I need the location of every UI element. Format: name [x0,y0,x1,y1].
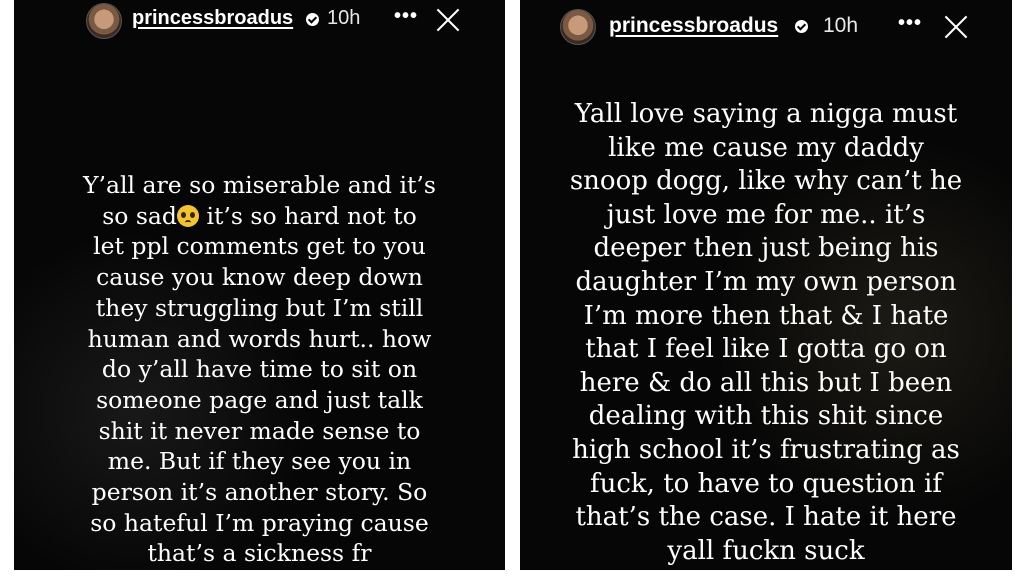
text-line: dealing with this shit since [588,401,944,432]
text-line: Y’all are so miserable and it’s [83,171,436,199]
close-icon[interactable] [435,7,461,33]
text-line: fuck, to have to question if [589,468,942,499]
text-line: so hateful I’m praying cause [90,508,429,537]
text-line: daughter I’m my own person [575,266,957,297]
story-header: princessbroadus 10h ••• [520,0,1012,45]
text-line: snoop dogg, like why can’t he [569,166,963,197]
more-options-icon[interactable]: ••• [394,5,418,28]
text-line: that’s the case. I hate it here [575,502,957,533]
text-line: let ppl comments get to you [93,232,426,261]
text-line: deeper then just being his [593,233,939,264]
text-line: they struggling but I’m still [95,293,424,322]
username[interactable]: princessbroadus [132,7,293,30]
verified-badge-icon [306,13,319,26]
text-line: someone page and just talk [96,385,423,414]
verified-badge-icon [795,20,808,33]
text-line: it’s so hard not to [206,201,417,230]
text-line: yall fuckn suck [667,535,865,566]
post-time: 10h [823,14,859,37]
text-line: cause you know deep down [96,263,423,292]
story-panel-left[interactable]: princessbroadus 10h ••• Y’all are so mis… [14,0,505,570]
text-line: that’s a sickness fr [147,539,372,568]
avatar[interactable] [86,3,122,39]
story-text: Y’all are so miserable and it’s so sad i… [14,170,505,569]
post-time: 10h [327,7,361,29]
avatar[interactable] [560,9,596,45]
story-header: princessbroadus 10h ••• [14,0,505,44]
text-line: human and words hurt.. how [87,324,432,353]
text-line: I’m more then that & I hate [583,300,949,331]
story-text: Yall love saying a nigga must like me ca… [520,98,1012,568]
story-panel-right[interactable]: princessbroadus 10h ••• Yall love saying… [520,0,1012,570]
text-line: just love me for me.. it’s [606,199,926,230]
more-options-icon[interactable]: ••• [898,12,922,35]
text-line: here & do all this but I been [579,367,953,398]
text-line: me. But if they see you in [107,447,412,476]
text-line: high school it’s frustrating as [572,434,960,465]
pleading-face-emoji [176,204,199,227]
close-icon[interactable] [943,14,969,40]
text-line: shit it never made sense to [98,416,421,445]
text-line: person it’s another story. So [91,478,428,507]
text-line: like me cause my daddy [608,132,924,163]
text-line: Yall love saying a nigga must [574,99,958,129]
text-line: do y’all have time to sit on [101,355,418,384]
text-line: that I feel like I gotta go on [585,334,947,365]
text-line: so sad [102,201,177,230]
username[interactable]: princessbroadus [609,14,778,38]
